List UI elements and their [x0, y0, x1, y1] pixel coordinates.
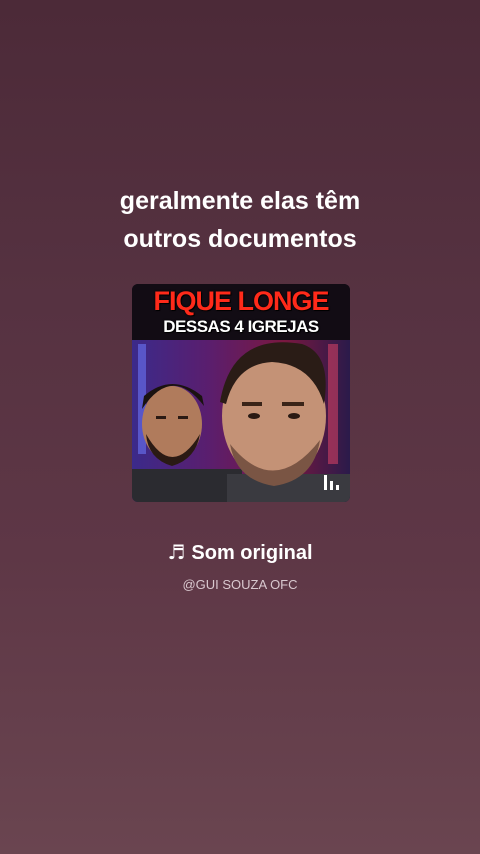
equalizer-icon: [324, 475, 339, 490]
stage-light: [328, 344, 338, 464]
sound-author[interactable]: @GUI SOUZA OFC: [0, 576, 480, 594]
caption-line-2: outros documentos: [123, 225, 357, 253]
video-caption: geralmente elas têm outros documentos: [0, 182, 480, 258]
music-note-icon: ♬: [167, 540, 186, 564]
caption-line-1: geralmente elas têm: [119, 187, 361, 215]
thumbnail-title-line-1: FIQUE LONGE: [153, 286, 329, 316]
thumbnail-title-line-2: DESSAS 4 IGREJAS: [163, 317, 319, 336]
sound-title[interactable]: ♬ Som original: [0, 538, 480, 567]
sound-title-text: Som original: [191, 542, 313, 564]
sound-page: { "caption": { "line1": "geralmente elas…: [0, 0, 480, 854]
sound-cover-thumbnail[interactable]: FIQUE LONGE DESSAS 4 IGREJAS: [132, 284, 350, 502]
